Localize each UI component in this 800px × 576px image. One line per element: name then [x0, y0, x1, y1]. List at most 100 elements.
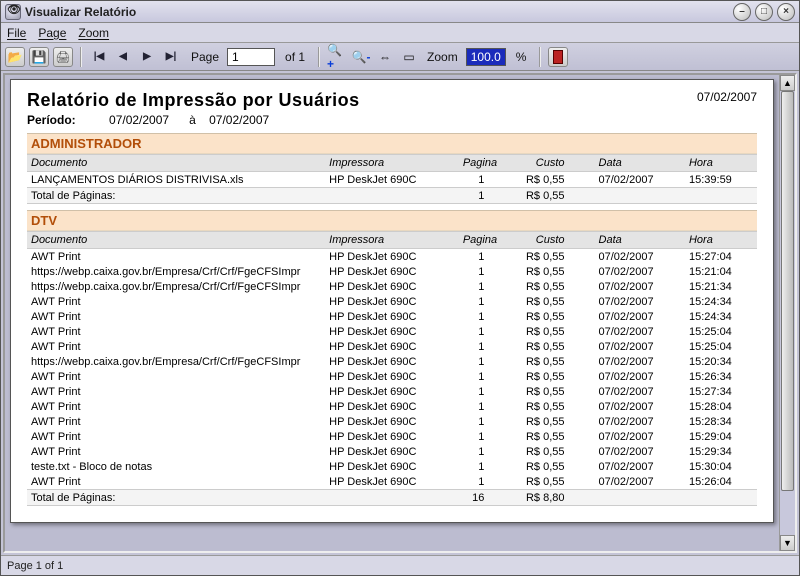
cell-dat: 07/02/2007 — [595, 459, 685, 474]
table-row: AWT PrintHP DeskJet 690C1R$ 0,5507/02/20… — [27, 339, 757, 354]
cell-imp: HP DeskJet 690C — [325, 444, 459, 459]
total-label: Total de Páginas: — [27, 188, 325, 204]
zoom-pct: % — [516, 50, 527, 64]
table-row: https://webp.caixa.gov.br/Empresa/Crf/Cr… — [27, 279, 757, 294]
toggle-button[interactable] — [548, 47, 568, 67]
section-header: ADMINISTRADOR — [27, 133, 757, 154]
cell-imp: HP DeskJet 690C — [325, 249, 459, 265]
cell-dat: 07/02/2007 — [595, 172, 685, 188]
zoom-out-icon[interactable]: 🔍- — [351, 47, 371, 67]
cell-hor: 15:25:04 — [685, 339, 757, 354]
cell-cst: R$ 0,55 — [514, 324, 594, 339]
app-window: Visualizar Relatório – □ × File Page Zoo… — [0, 0, 800, 576]
cell-doc: https://webp.caixa.gov.br/Empresa/Crf/Cr… — [27, 264, 325, 279]
table-row: AWT PrintHP DeskJet 690C1R$ 0,5507/02/20… — [27, 249, 757, 265]
total-pag: 1 — [459, 188, 515, 204]
nav-last-icon[interactable]: ▶| — [161, 47, 181, 67]
report-period: Período: 07/02/2007 à 07/02/2007 — [27, 113, 360, 127]
scroll-thumb[interactable] — [781, 91, 794, 491]
cell-imp: HP DeskJet 690C — [325, 474, 459, 490]
cell-imp: HP DeskJet 690C — [325, 459, 459, 474]
close-button[interactable]: × — [777, 3, 795, 21]
section-header: DTV — [27, 210, 757, 231]
col-doc: Documento — [27, 155, 325, 172]
cell-dat: 07/02/2007 — [595, 354, 685, 369]
cell-hor: 15:25:04 — [685, 324, 757, 339]
cell-dat: 07/02/2007 — [595, 264, 685, 279]
menubar: File Page Zoom — [1, 23, 799, 43]
menu-file[interactable]: File — [7, 26, 26, 40]
total-label: Total de Páginas: — [27, 490, 325, 506]
scroll-down-icon[interactable]: ▼ — [780, 535, 795, 551]
cell-pag: 1 — [459, 324, 515, 339]
maximize-button[interactable]: □ — [755, 3, 773, 21]
cell-hor: 15:26:34 — [685, 369, 757, 384]
col-dat: Data — [595, 155, 685, 172]
cell-hor: 15:27:04 — [685, 249, 757, 265]
nav-first-icon[interactable]: |◀ — [89, 47, 109, 67]
table-row: teste.txt - Bloco de notasHP DeskJet 690… — [27, 459, 757, 474]
cell-doc: AWT Print — [27, 444, 325, 459]
save-icon[interactable]: 💾 — [29, 47, 49, 67]
cell-pag: 1 — [459, 459, 515, 474]
vertical-scrollbar[interactable]: ▲ ▼ — [779, 75, 795, 551]
fit-width-icon[interactable]: ⇔ — [375, 47, 395, 67]
nav-prev-icon[interactable]: ◀ — [113, 47, 133, 67]
menu-page[interactable]: Page — [38, 26, 66, 40]
cell-pag: 1 — [459, 294, 515, 309]
col-dat: Data — [595, 232, 685, 249]
zoom-in-icon[interactable]: 🔍+ — [327, 47, 347, 67]
report-title: Relatório de Impressão por Usuários — [27, 90, 360, 111]
cell-pag: 1 — [459, 444, 515, 459]
cell-pag: 1 — [459, 429, 515, 444]
cell-doc: teste.txt - Bloco de notas — [27, 459, 325, 474]
cell-hor: 15:27:34 — [685, 384, 757, 399]
table-row: AWT PrintHP DeskJet 690C1R$ 0,5507/02/20… — [27, 324, 757, 339]
cell-pag: 1 — [459, 172, 515, 188]
cell-cst: R$ 0,55 — [514, 369, 594, 384]
cell-hor: 15:24:34 — [685, 294, 757, 309]
col-cst: Custo — [514, 155, 594, 172]
table-row: LANÇAMENTOS DIÁRIOS DISTRIVISA.xlsHP Des… — [27, 172, 757, 188]
cell-doc: AWT Print — [27, 429, 325, 444]
col-cst: Custo — [514, 232, 594, 249]
toolbar-sep3 — [539, 47, 541, 67]
scroll-track[interactable] — [780, 91, 795, 535]
cell-cst: R$ 0,55 — [514, 309, 594, 324]
cell-cst: R$ 0,55 — [514, 354, 594, 369]
table-row: AWT PrintHP DeskJet 690C1R$ 0,5507/02/20… — [27, 444, 757, 459]
open-icon[interactable]: 📂 — [5, 47, 25, 67]
cell-imp: HP DeskJet 690C — [325, 309, 459, 324]
cell-pag: 1 — [459, 264, 515, 279]
cell-dat: 07/02/2007 — [595, 444, 685, 459]
page-container[interactable]: Relatório de Impressão por Usuários Perí… — [5, 75, 779, 551]
cell-pag: 1 — [459, 279, 515, 294]
minimize-button[interactable]: – — [733, 3, 751, 21]
cell-doc: AWT Print — [27, 249, 325, 265]
fit-page-icon[interactable]: ▭ — [399, 47, 419, 67]
scroll-up-icon[interactable]: ▲ — [780, 75, 795, 91]
cell-hor: 15:21:34 — [685, 279, 757, 294]
cell-doc: AWT Print — [27, 294, 325, 309]
cell-doc: AWT Print — [27, 399, 325, 414]
table-row: AWT PrintHP DeskJet 690C1R$ 0,5507/02/20… — [27, 309, 757, 324]
zoom-input[interactable] — [466, 48, 506, 66]
print-icon[interactable]: 🖨 — [53, 47, 73, 67]
total-pag: 16 — [459, 490, 515, 506]
page-input[interactable] — [227, 48, 275, 66]
cell-cst: R$ 0,55 — [514, 459, 594, 474]
cell-imp: HP DeskJet 690C — [325, 172, 459, 188]
cell-dat: 07/02/2007 — [595, 399, 685, 414]
table-row: AWT PrintHP DeskJet 690C1R$ 0,5507/02/20… — [27, 429, 757, 444]
toolbar-sep — [80, 47, 82, 67]
nav-next-icon[interactable]: ▶ — [137, 47, 157, 67]
cell-dat: 07/02/2007 — [595, 429, 685, 444]
cell-cst: R$ 0,55 — [514, 172, 594, 188]
content-frame: Relatório de Impressão por Usuários Perí… — [3, 73, 797, 553]
cell-pag: 1 — [459, 339, 515, 354]
period-sep: à — [189, 113, 196, 127]
cell-doc: LANÇAMENTOS DIÁRIOS DISTRIVISA.xls — [27, 172, 325, 188]
col-pag: Pagina — [459, 155, 515, 172]
cell-pag: 1 — [459, 474, 515, 490]
menu-zoom[interactable]: Zoom — [78, 26, 109, 40]
